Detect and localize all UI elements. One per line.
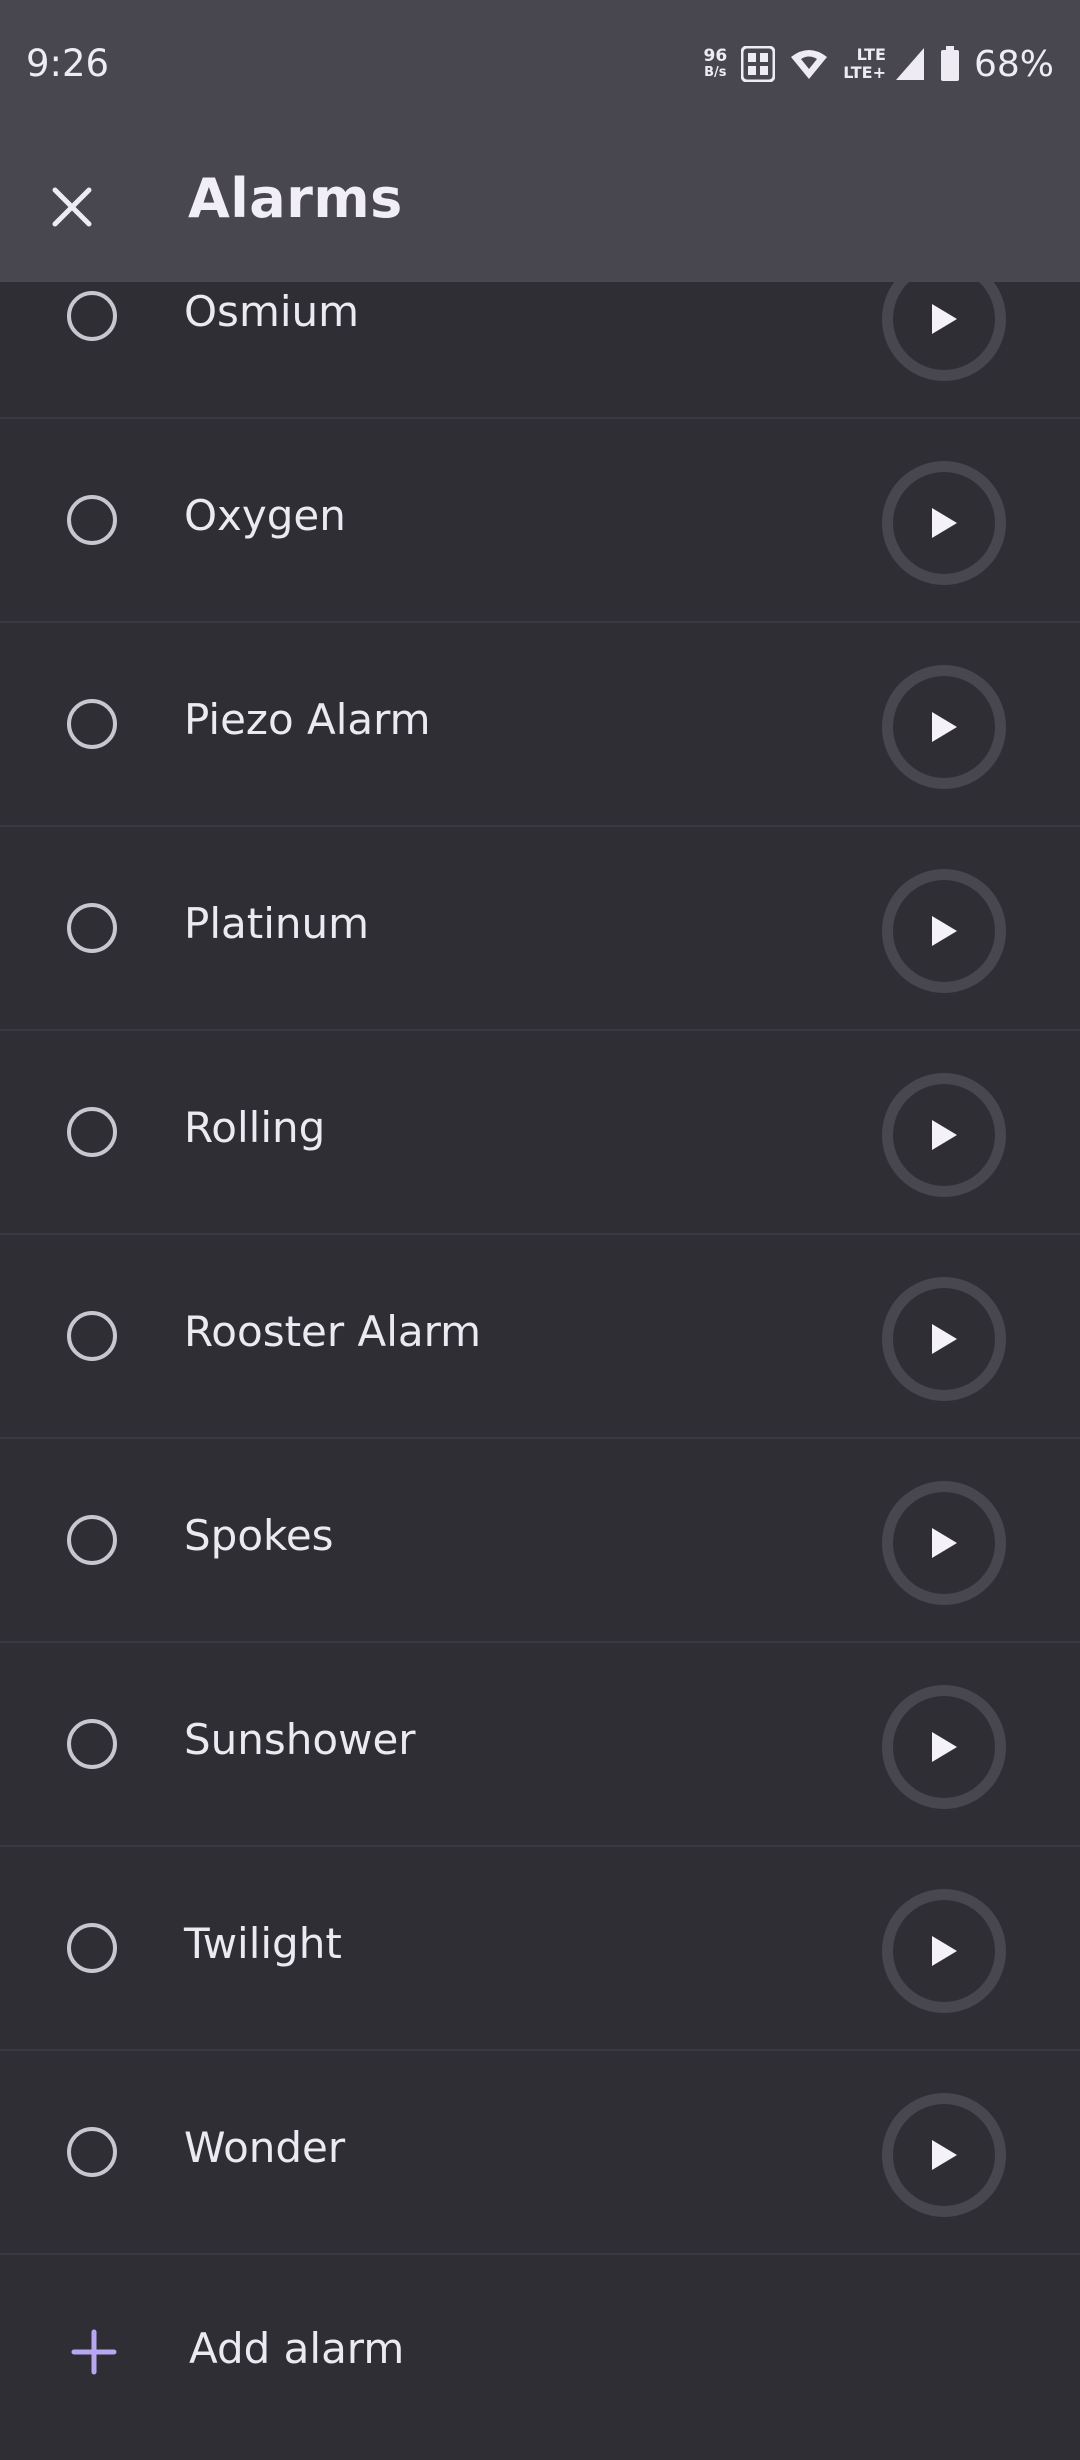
alarm-picker-screen: 9:26 96 B/s LTE LTE+ 68% Alarms Osmium O… <box>0 0 1080 2460</box>
status-bar: 9:26 96 B/s LTE LTE+ 68% <box>0 0 1080 135</box>
play-icon <box>932 508 957 538</box>
play-button[interactable] <box>882 869 1006 993</box>
alarm-label: Oxygen <box>184 491 346 540</box>
list-item-alarm[interactable]: Piezo Alarm <box>0 623 1080 827</box>
status-icons: 96 B/s LTE LTE+ 68% <box>704 40 1054 88</box>
play-icon <box>932 304 957 334</box>
radio-button[interactable] <box>67 495 117 545</box>
lte-label: LTE <box>856 45 886 64</box>
radio-button[interactable] <box>67 699 117 749</box>
play-button[interactable] <box>882 461 1006 585</box>
play-button[interactable] <box>882 665 1006 789</box>
play-icon <box>932 1936 957 1966</box>
network-speed: 96 B/s <box>703 46 728 81</box>
alarm-label: Platinum <box>184 899 370 948</box>
radio-button[interactable] <box>67 1107 117 1157</box>
alarm-label: Twilight <box>184 1919 342 1968</box>
battery-icon <box>940 46 959 81</box>
plus-icon <box>71 2329 117 2375</box>
list-item-alarm[interactable]: Rolling <box>0 1031 1080 1235</box>
alarm-label: Spokes <box>184 1511 334 1560</box>
list-item-alarm[interactable]: Platinum <box>0 827 1080 1031</box>
list-item-alarm[interactable]: Spokes <box>0 1439 1080 1643</box>
play-icon <box>932 1528 957 1558</box>
alarm-label: Osmium <box>184 287 360 336</box>
play-button[interactable] <box>882 1889 1006 2013</box>
play-icon <box>932 1324 957 1354</box>
list-item-alarm[interactable]: Wonder <box>0 2051 1080 2255</box>
close-button[interactable] <box>36 171 108 243</box>
lte-indicator: LTE LTE+ <box>843 46 886 82</box>
add-alarm-label: Add alarm <box>189 2324 405 2373</box>
list-item-alarm[interactable]: Rooster Alarm <box>0 1235 1080 1439</box>
play-button[interactable] <box>882 1073 1006 1197</box>
signal-strength-icon <box>895 48 924 80</box>
alarm-label: Rolling <box>184 1103 326 1152</box>
alarm-list: Osmium Oxygen Piezo Alarm Platinum Rolli… <box>0 215 1080 2255</box>
add-alarm-button[interactable]: Add alarm <box>0 2266 1080 2460</box>
play-icon <box>932 916 957 946</box>
radio-button[interactable] <box>67 903 117 953</box>
network-speed-value: 96 <box>703 46 728 66</box>
alarm-label: Wonder <box>184 2123 346 2172</box>
radio-button[interactable] <box>67 1719 117 1769</box>
status-time: 9:26 <box>26 42 110 85</box>
radio-button[interactable] <box>67 1311 117 1361</box>
radio-button[interactable] <box>67 1923 117 1973</box>
battery-percent: 68% <box>973 43 1054 85</box>
play-icon <box>932 1732 957 1762</box>
play-icon <box>932 712 957 742</box>
alarm-label: Rooster Alarm <box>184 1307 482 1356</box>
radio-button[interactable] <box>67 2127 117 2177</box>
play-button[interactable] <box>882 2093 1006 2217</box>
play-button[interactable] <box>882 1481 1006 1605</box>
list-item-alarm[interactable]: Sunshower <box>0 1643 1080 1847</box>
alarm-label: Piezo Alarm <box>184 695 431 744</box>
radio-button[interactable] <box>67 1515 117 1565</box>
alarm-label: Sunshower <box>184 1715 416 1764</box>
lte-plus-label: LTE+ <box>843 63 886 82</box>
list-item-alarm[interactable]: Twilight <box>0 1847 1080 2051</box>
network-speed-unit: B/s <box>704 65 727 80</box>
app-bar: Alarms <box>0 135 1080 282</box>
top-bar: 9:26 96 B/s LTE LTE+ 68% Alarms <box>0 0 1080 282</box>
play-button[interactable] <box>882 1685 1006 1809</box>
wifi-icon <box>791 50 828 79</box>
page-title: Alarms <box>188 167 403 230</box>
play-icon <box>932 2140 957 2170</box>
dual-sim-icon <box>741 46 776 82</box>
play-icon <box>932 1120 957 1150</box>
play-button[interactable] <box>882 1277 1006 1401</box>
radio-button[interactable] <box>67 291 117 341</box>
close-icon <box>52 187 92 227</box>
list-item-alarm[interactable]: Oxygen <box>0 419 1080 623</box>
